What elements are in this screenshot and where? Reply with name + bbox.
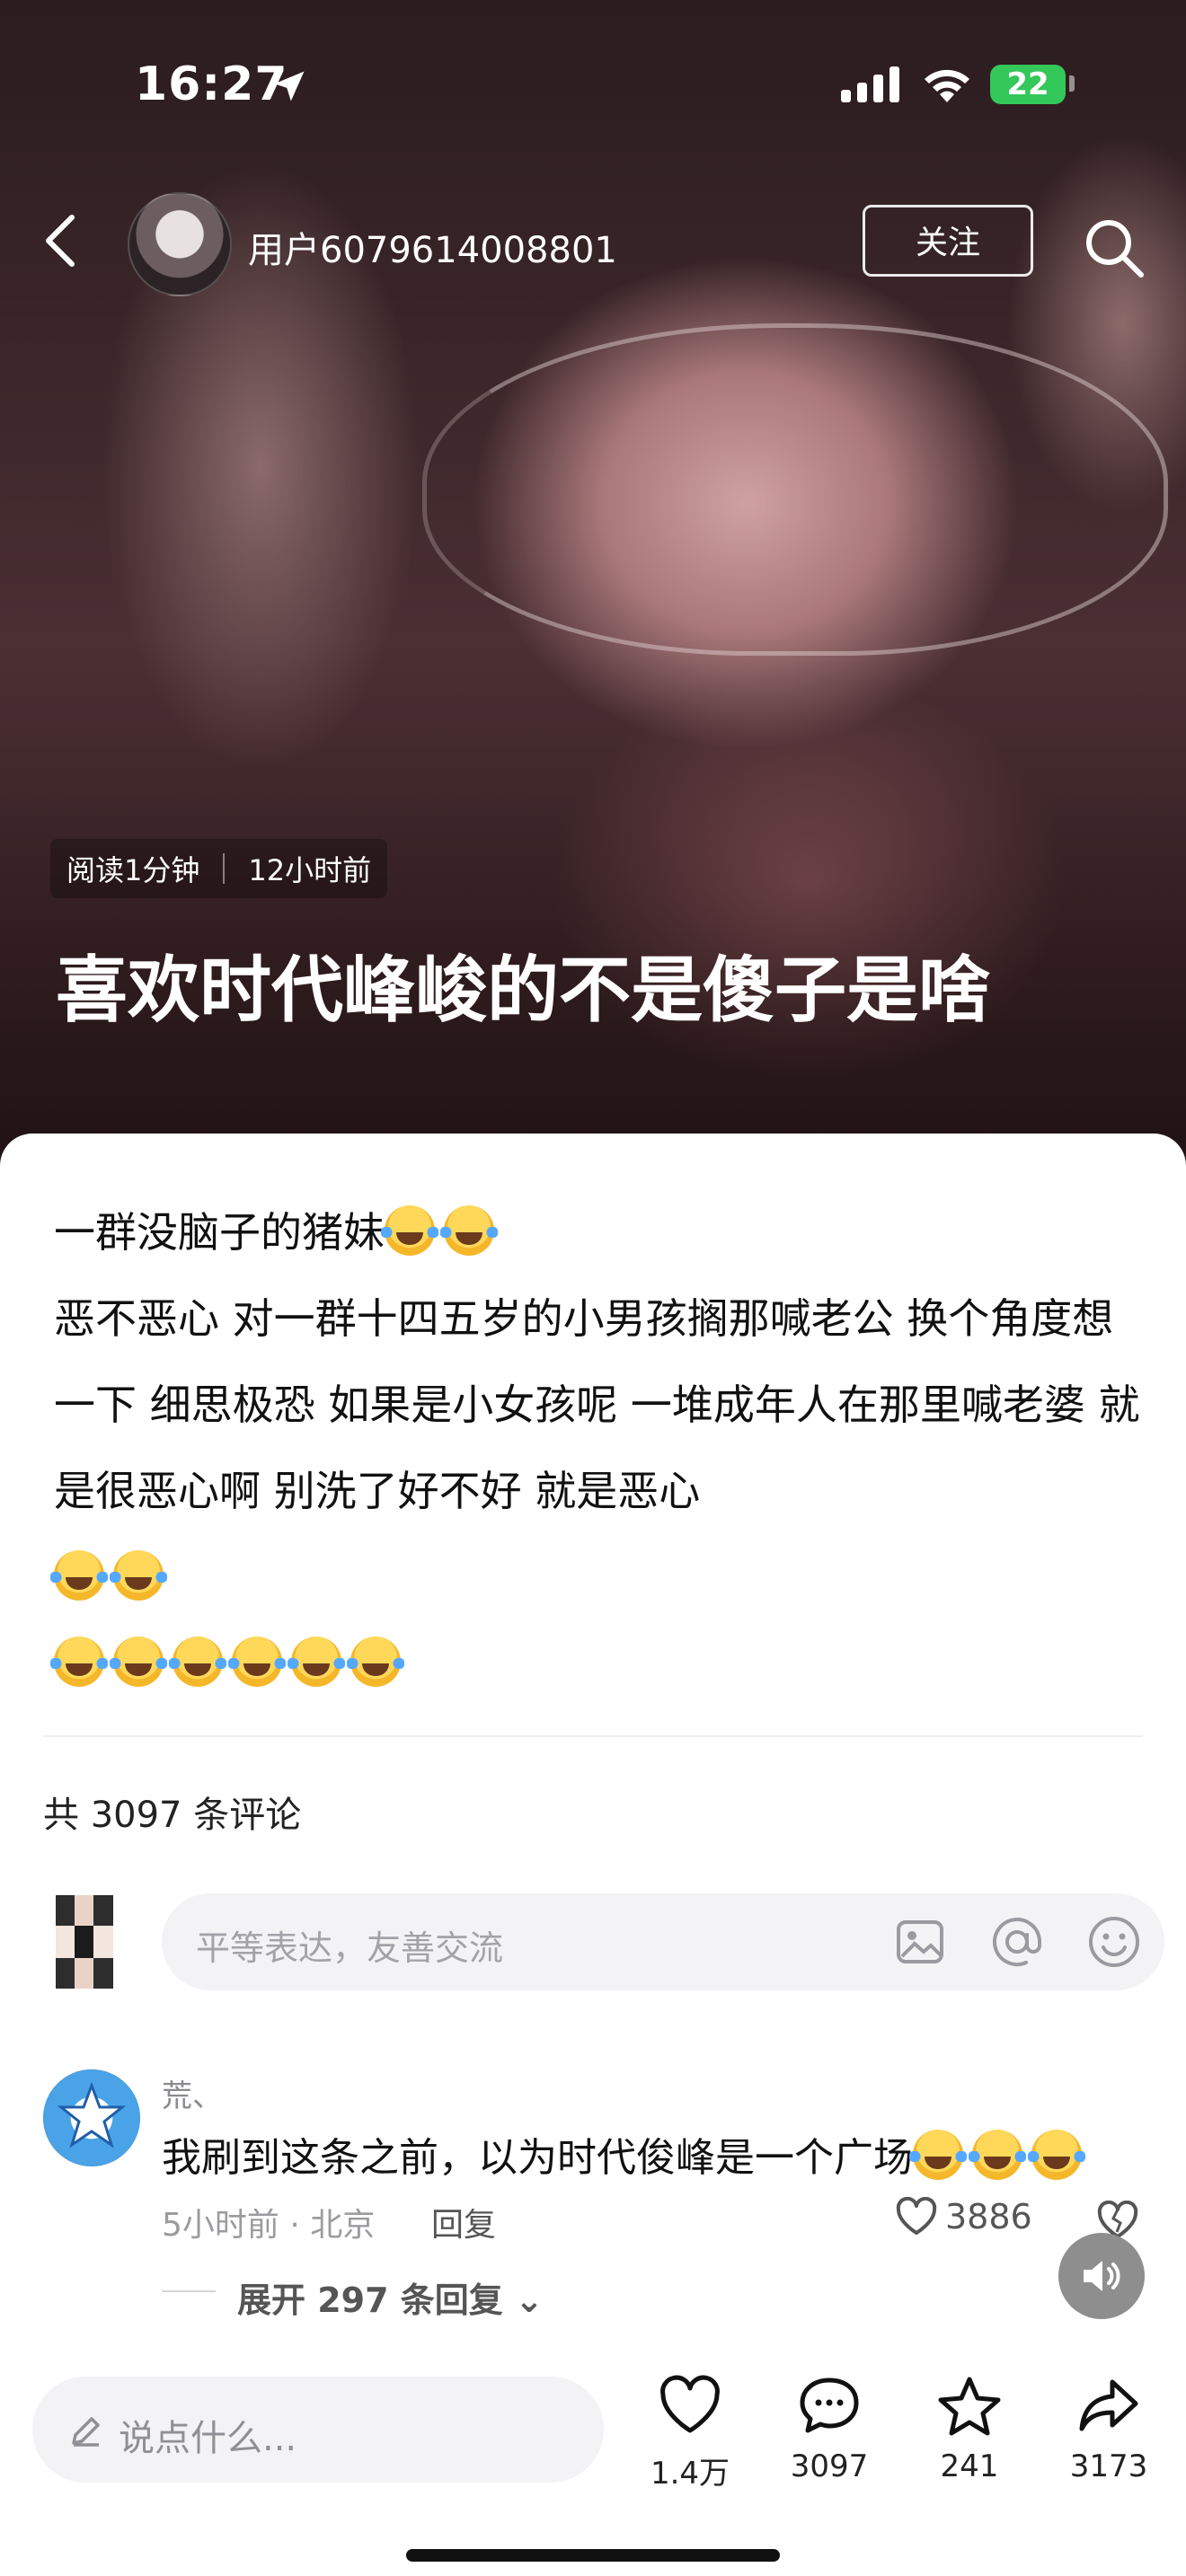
expand-replies-button[interactable]: 展开 297 条回复 ⌄ bbox=[237, 2272, 544, 2322]
tears-of-joy-emoji-icon bbox=[228, 1636, 286, 1687]
tears-of-joy-emoji-icon bbox=[50, 1636, 108, 1687]
comment-input[interactable]: 平等表达，友善交流 bbox=[162, 1893, 1164, 1990]
article-meta: 阅读1分钟 12小时前 bbox=[50, 839, 388, 898]
my-avatar bbox=[56, 1895, 113, 1989]
battery-cap bbox=[1069, 75, 1075, 92]
say-something-placeholder: 说点什么... bbox=[119, 2418, 297, 2459]
tears-of-joy-emoji-icon bbox=[110, 1636, 167, 1687]
grimacing-sweat-emoji-icon bbox=[1028, 2130, 1085, 2180]
star-icon bbox=[938, 2377, 1001, 2436]
tears-of-joy-emoji-icon bbox=[288, 1636, 345, 1687]
tears-of-joy-emoji-icon bbox=[169, 1636, 226, 1687]
like-button[interactable]: 1.4万 bbox=[636, 2375, 744, 2492]
battery-indicator: 22 bbox=[990, 65, 1066, 104]
chevron-down-icon: ⌄ bbox=[515, 2280, 544, 2320]
author-username[interactable]: 用户6079614008801 bbox=[248, 221, 617, 273]
status-bar: 16:27 22 bbox=[0, 0, 1186, 171]
commenter-avatar[interactable] bbox=[43, 2069, 140, 2166]
speaker-icon bbox=[1084, 2261, 1120, 2291]
comment-like-count: 3886 bbox=[945, 2197, 1032, 2236]
comment-like-button[interactable]: 3886 bbox=[895, 2197, 1032, 2236]
section-divider bbox=[43, 1735, 1143, 1737]
mention-at-icon[interactable] bbox=[990, 1915, 1044, 1969]
article-title: 喜欢时代峰峻的不是傻子是啥 bbox=[56, 948, 990, 1032]
heart-icon bbox=[660, 2375, 720, 2433]
comment-count-label: 共 3097 条评论 bbox=[43, 1795, 302, 1836]
favorite-count: 241 bbox=[940, 2448, 999, 2484]
image-icon[interactable] bbox=[895, 1917, 945, 1967]
back-chevron-icon[interactable] bbox=[40, 212, 83, 269]
article-paragraph: 一群没脑子的猪妹 bbox=[54, 1189, 1150, 1275]
comment-button[interactable]: 3097 bbox=[775, 2375, 883, 2484]
star-logo-icon bbox=[57, 2081, 127, 2148]
emoji-row bbox=[50, 1620, 1150, 1707]
reply-button[interactable]: 回复 bbox=[431, 2199, 496, 2245]
signal-icon bbox=[841, 66, 899, 102]
location-arrow-icon bbox=[274, 71, 305, 101]
cover-image-detail bbox=[422, 323, 1168, 656]
author-avatar[interactable] bbox=[128, 192, 232, 296]
comment-input-placeholder: 平等表达，友善交流 bbox=[196, 1928, 504, 1968]
emoji-icon[interactable] bbox=[1087, 1915, 1141, 1969]
sound-button[interactable] bbox=[1058, 2233, 1145, 2319]
grimacing-sweat-emoji-icon bbox=[969, 2130, 1026, 2180]
like-count: 1.4万 bbox=[650, 2456, 730, 2492]
tears-of-joy-emoji-icon bbox=[110, 1550, 167, 1601]
read-time: 阅读1分钟 bbox=[66, 853, 200, 887]
say-something-input[interactable]: 说点什么... bbox=[32, 2377, 604, 2483]
share-button[interactable]: 3173 bbox=[1055, 2375, 1163, 2484]
comment-meta: 5小时前 · 北京 bbox=[162, 2207, 376, 2244]
comment-count: 3097 bbox=[790, 2448, 869, 2484]
comment-text: 我刷到这条之前，以为时代俊峰是一个广场 bbox=[162, 2125, 1091, 2183]
wifi-icon bbox=[925, 69, 969, 102]
comment-bubble-icon bbox=[800, 2378, 859, 2433]
share-arrow-icon bbox=[1079, 2379, 1138, 2431]
commenter-name[interactable]: 荒、 bbox=[162, 2071, 223, 2115]
search-icon[interactable] bbox=[1082, 216, 1146, 280]
article-body: 一群没脑子的猪妹 恶不恶心 对一群十四五岁的小男孩搁那喊老公 换个角度想一下 细… bbox=[50, 1189, 1150, 1707]
home-indicator bbox=[406, 2549, 780, 2562]
status-time: 16:27 bbox=[135, 57, 288, 111]
expand-divider bbox=[162, 2290, 216, 2292]
tears-of-joy-emoji-icon bbox=[347, 1636, 404, 1687]
heart-icon bbox=[896, 2197, 937, 2235]
favorite-button[interactable]: 241 bbox=[916, 2375, 1023, 2484]
follow-button[interactable]: 关注 bbox=[863, 205, 1033, 277]
post-time: 12小时前 bbox=[248, 853, 372, 887]
article-paragraph: 恶不恶心 对一群十四五岁的小男孩搁那喊老公 换个角度想一下 细思极恐 如果是小女… bbox=[50, 1275, 1150, 1620]
tears-of-joy-emoji-icon bbox=[440, 1205, 498, 1256]
meta-divider bbox=[223, 853, 226, 884]
tears-of-joy-emoji-icon bbox=[381, 1205, 438, 1256]
grimacing-sweat-emoji-icon bbox=[909, 2130, 967, 2180]
pencil-icon bbox=[72, 2417, 100, 2447]
share-count: 3173 bbox=[1069, 2448, 1148, 2484]
tears-of-joy-emoji-icon bbox=[50, 1550, 108, 1601]
